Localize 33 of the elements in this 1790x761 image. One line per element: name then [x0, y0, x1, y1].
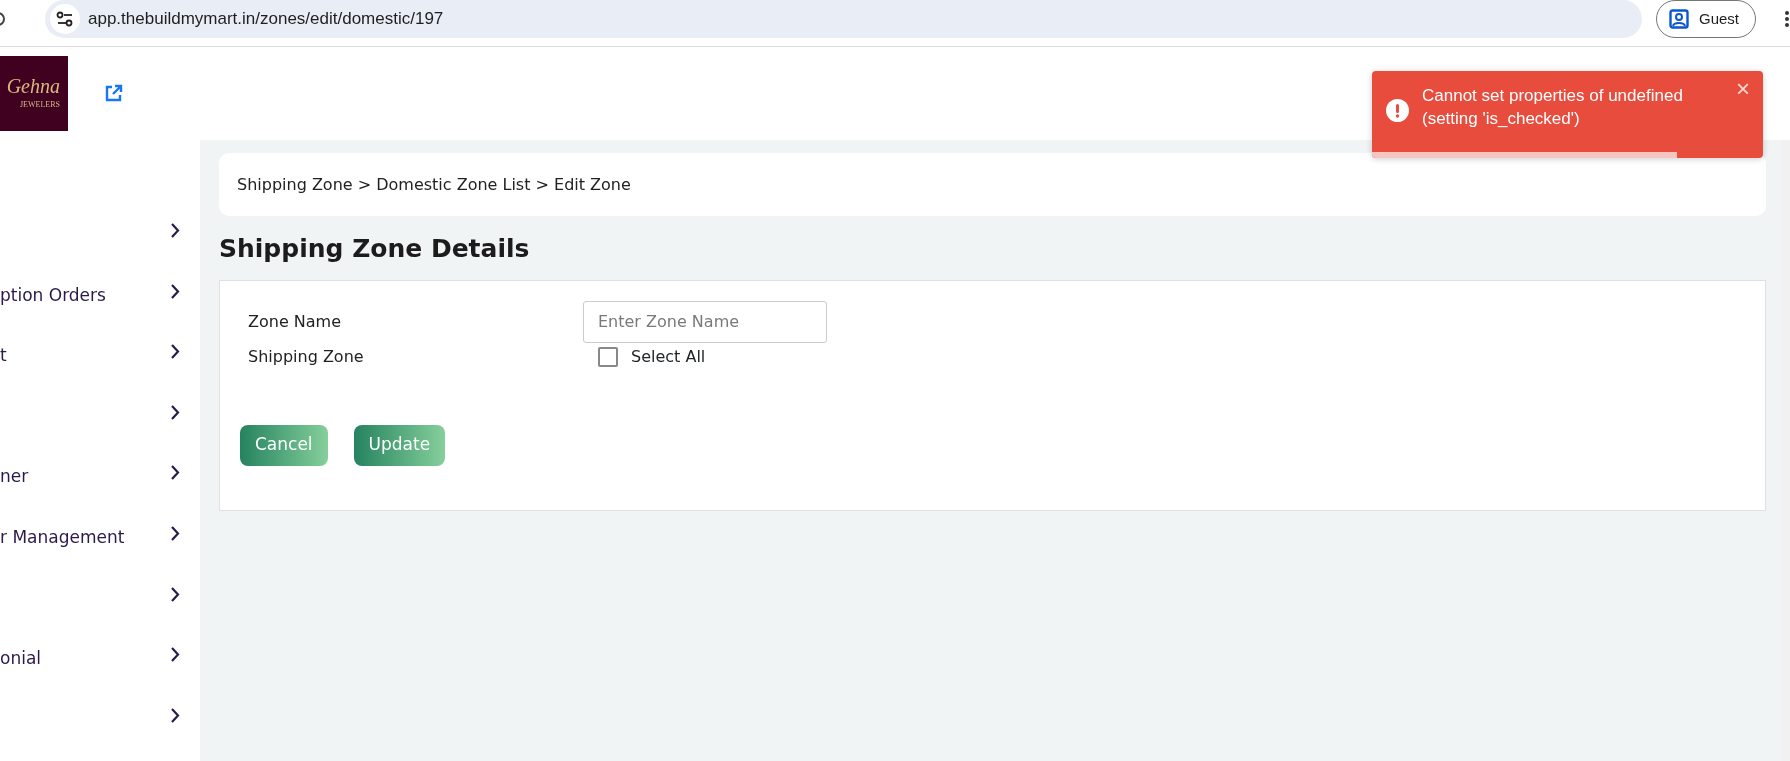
sidebar-item[interactable]: onial — [0, 646, 42, 672]
error-icon — [1386, 99, 1409, 122]
logo-subtext: JEWELERS — [20, 99, 60, 111]
chevron-right-icon[interactable] — [170, 343, 180, 361]
address-bar[interactable]: app.thebuildmymart.in/zones/edit/domestic/197 — [45, 0, 1642, 38]
logo[interactable]: Gehna JEWELERS — [0, 56, 68, 131]
logo-text: Gehna — [6, 76, 60, 96]
chevron-right-icon[interactable] — [170, 646, 180, 664]
field-label: Zone Name — [248, 310, 343, 333]
chevron-right-icon[interactable] — [170, 585, 180, 603]
breadcrumb: Shipping Zone > Domestic Zone List > Edit Zone — [237, 173, 631, 196]
site-settings-icon[interactable] — [50, 4, 80, 34]
external-link-icon[interactable] — [104, 84, 123, 103]
url-text: app.thebuildmymart.in/zones/edit/domestic/197 — [88, 8, 444, 31]
sidebar-item[interactable]: ption Orders — [0, 282, 106, 309]
sidebar-item[interactable]: r Management — [0, 524, 125, 551]
checkbox-label: Select All — [631, 345, 706, 368]
chevron-right-icon[interactable] — [170, 282, 180, 300]
menu-icon[interactable] — [1784, 10, 1790, 28]
sidebar-item[interactable]: t — [0, 343, 7, 369]
sidebar-item[interactable]: ner — [0, 464, 29, 490]
toast-message: Cannot set properties of undefined (setting 'is_checked') — [1422, 85, 1684, 130]
zone-name-field[interactable]: Enter Zone Name — [583, 300, 827, 343]
field-label: Shipping Zone — [248, 345, 365, 368]
profile-button[interactable]: Guest — [1655, 0, 1756, 38]
select-all-checkbox[interactable] — [598, 346, 618, 367]
chevron-right-icon[interactable] — [170, 706, 180, 724]
chevron-right-icon[interactable] — [170, 464, 180, 482]
chevron-right-icon[interactable] — [170, 403, 180, 421]
profile-icon — [1668, 9, 1689, 29]
chevron-right-icon[interactable] — [170, 524, 180, 542]
chevron-right-icon[interactable] — [170, 222, 180, 239]
page-title: Shipping Zone Details — [219, 233, 531, 265]
